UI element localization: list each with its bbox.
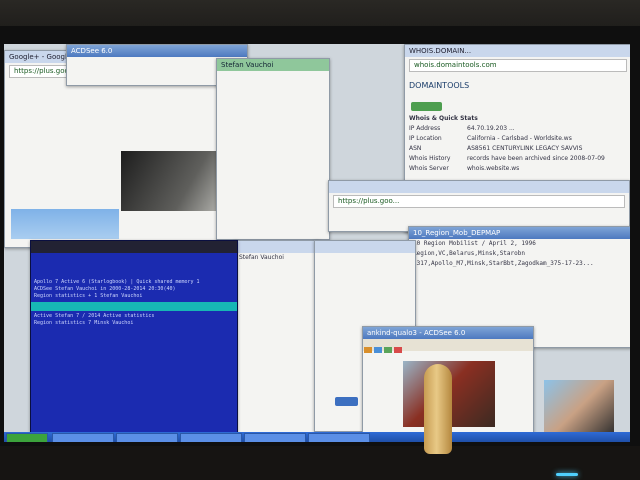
row-value: whois.website.ws [467, 165, 520, 172]
power-led [556, 473, 578, 476]
toolbar[interactable] [363, 339, 533, 353]
section-heading: Whois & Quick Stats [409, 115, 478, 122]
text-line: 1317,Apollo_M7,Minsk,StarBbt,Zagodkam_37… [413, 260, 594, 267]
text-line: Region,VC,Belarus,Minsk,Starobn [413, 250, 525, 257]
profile-page-window[interactable]: Stefan Vauchoi [234, 240, 320, 438]
row-value: 64.70.19.203 ... [467, 125, 515, 132]
gplus-mid-window[interactable]: https://plus.goo... [328, 180, 630, 232]
profile-window[interactable]: Stefan Vauchoi [216, 58, 330, 240]
window-title [31, 241, 237, 253]
finger [424, 364, 452, 454]
terminal-highlight-bar [31, 302, 237, 311]
row-label: IP Location [409, 135, 442, 142]
row-label: Whois Server [409, 165, 449, 172]
terminal-line: Region statistics 7 Minsk Vauchoi [34, 320, 134, 326]
taskbar[interactable] [4, 432, 630, 442]
taskbar-item[interactable] [52, 433, 114, 442]
address-bar[interactable]: whois.domaintools.com [409, 59, 627, 72]
whois-row: ASN AS8561 CENTURYLINK LEGACY SAVVIS [405, 144, 630, 154]
monitor-screen: Google+ - Google Chrome https://plus.goo… [4, 44, 630, 442]
terminal-line: ACDSee Stefan Vauchoi in 2000-28-2014 20… [34, 286, 176, 292]
whois-row: IP Location California - Carlsbad - Worl… [405, 134, 630, 144]
people-photo [544, 380, 614, 436]
row-label: ASN [409, 145, 422, 152]
sky-photo [11, 209, 119, 239]
profile-info [217, 71, 329, 81]
taskbar-item[interactable] [6, 433, 48, 442]
window-title [235, 241, 319, 253]
terminal-window[interactable]: Apollo 7 Active 6 (Starlogbook) | Quick … [30, 240, 238, 434]
row-label: Whois History [409, 155, 451, 162]
row-value: records have been archived since 2008-07… [467, 155, 605, 162]
taskbar-item[interactable] [116, 433, 178, 442]
window-title: ACDSee 6.0 [67, 45, 247, 57]
window-title: ankind-qualo3 - ACDSee 6.0 [363, 327, 533, 339]
terminal-line: Active Stefan 7 / 2014 Active statistics [34, 313, 155, 319]
row-value: California - Carlsbad - Worldsite.ws [467, 135, 572, 142]
window-title [315, 241, 415, 253]
whois-button[interactable] [411, 102, 443, 111]
whois-row: Whois Server whois.website.ws [405, 164, 630, 174]
window-title [329, 181, 629, 193]
address-bar[interactable]: https://plus.goo... [333, 195, 625, 208]
window-title: Stefan Vauchoi [217, 59, 329, 71]
profile-name: Stefan Vauchoi [239, 254, 284, 261]
row-value: AS8561 CENTURYLINK LEGACY SAVVIS [467, 145, 583, 152]
brand-logo: DOMAINTOOLS [409, 81, 470, 90]
terminal-line: Region statistics + 1 Stefan Vauchoi [34, 293, 143, 299]
text-line: 10 Region Mobilist / April 2, 1996 [413, 240, 536, 247]
browser-tab[interactable]: WHOIS.DOMAIN... [405, 45, 630, 57]
whois-row: Whois History records have been archived… [405, 154, 630, 164]
terminal-line: Apollo 7 Active 6 (Starlogbook) | Quick … [34, 279, 200, 285]
taskbar-item[interactable] [308, 433, 370, 442]
window-title: 10_Region_Mob_DEPMAP [409, 227, 630, 239]
taskbar-item[interactable] [244, 433, 306, 442]
page-text [315, 253, 415, 263]
row-label: IP Address [409, 125, 441, 132]
taskbar-item[interactable] [180, 433, 242, 442]
whois-row: IP Address 64.70.19.203 ... [405, 124, 630, 134]
green-button[interactable] [335, 397, 359, 406]
